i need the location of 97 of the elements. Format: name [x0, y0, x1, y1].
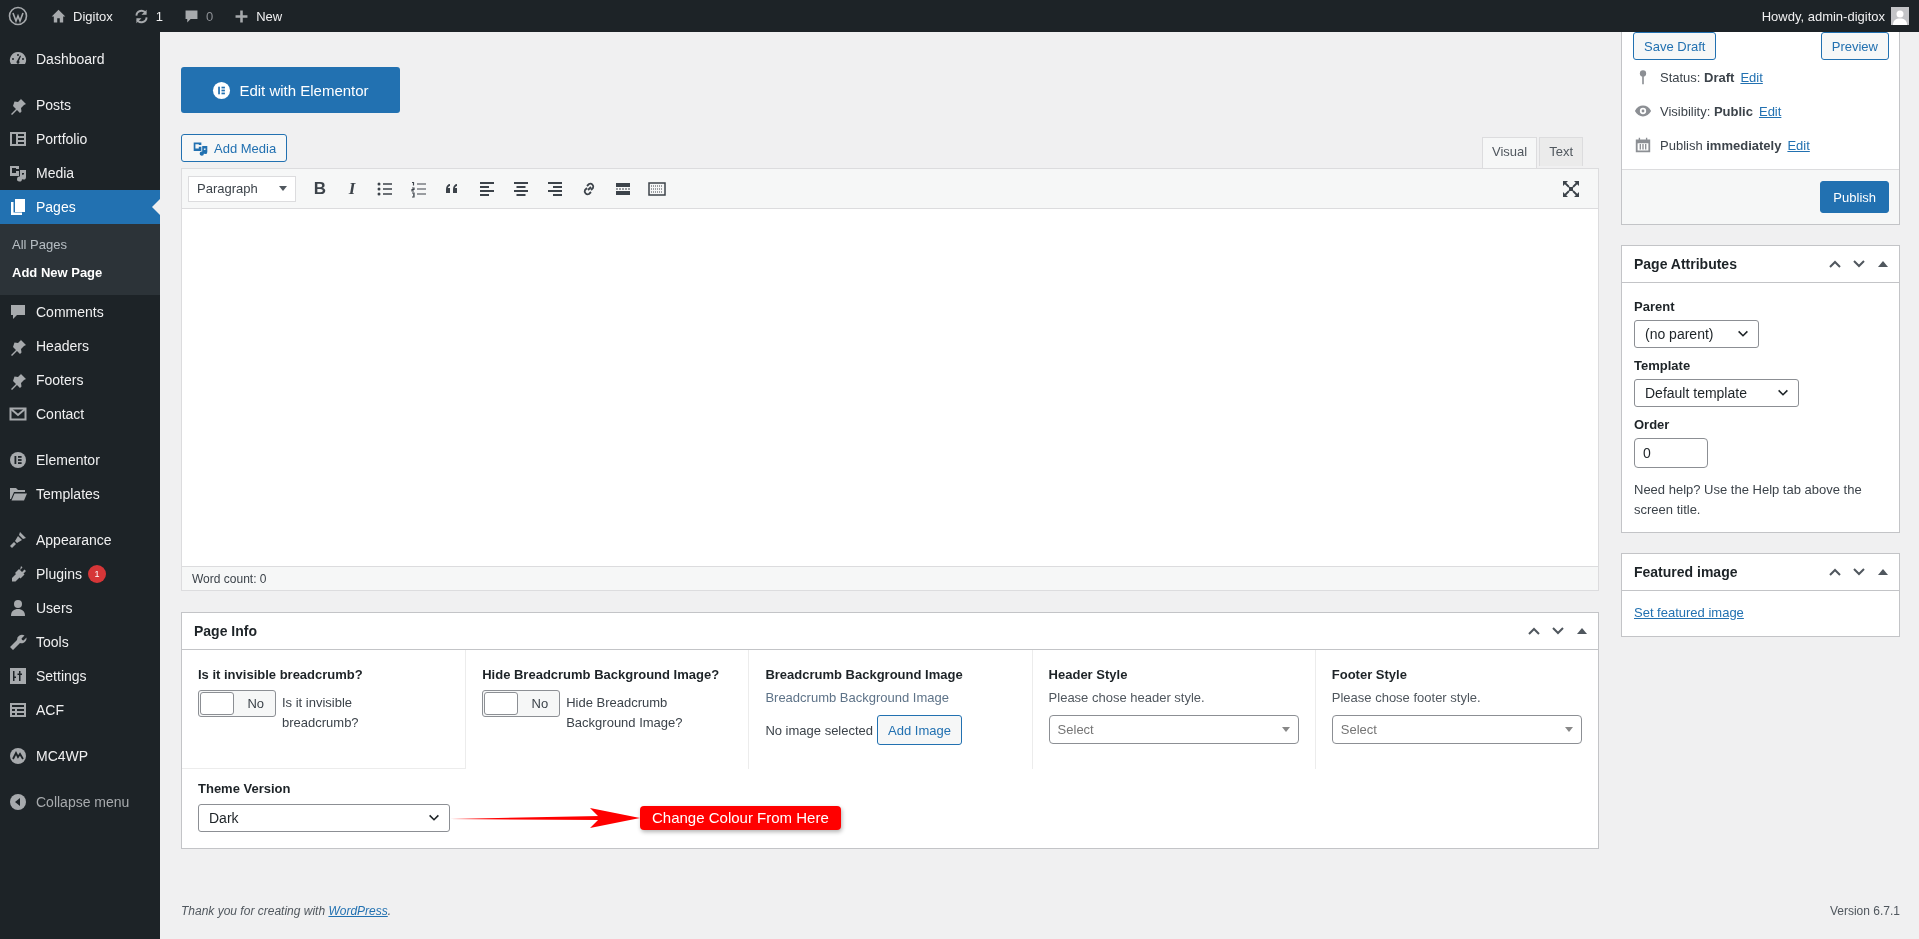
- portfolio-icon: [8, 129, 28, 149]
- menu-item[interactable]: Posts: [0, 88, 160, 122]
- publish-button[interactable]: Publish: [1820, 181, 1889, 213]
- greeting-link[interactable]: Howdy, admin-digitox: [1761, 8, 1885, 24]
- publish-setting: Status: Draft: [1660, 69, 1735, 85]
- caret-icon: [1281, 727, 1290, 732]
- collapse-menu-button[interactable]: Collapse menu: [0, 785, 160, 819]
- select-dropdown[interactable]: Select: [1331, 715, 1582, 744]
- help-text: Need help? Use the Help tab above the screen title.: [1634, 481, 1863, 519]
- new-link[interactable]: New: [256, 8, 283, 24]
- menu-item[interactable]: Elementor: [0, 443, 160, 477]
- add-image-button[interactable]: Add Image: [877, 715, 962, 745]
- add-media-button[interactable]: Add Media: [181, 134, 288, 162]
- image-status: No image selected: [765, 722, 874, 738]
- refresh-icon: [132, 7, 150, 25]
- theme-version-dropdown[interactable]: Dark: [198, 804, 450, 832]
- parent-dropdown[interactable]: (no parent): [1634, 320, 1759, 348]
- circle-logo-icon: [212, 80, 232, 100]
- menu-item[interactable]: ACF: [0, 693, 160, 727]
- field-description: Please chose footer style.: [1331, 690, 1482, 705]
- field-label: Breadcrumb Background Image: [765, 667, 964, 682]
- user-icon: [8, 598, 28, 618]
- panel-title: Page Info: [194, 623, 257, 639]
- count-badge: 1: [87, 565, 106, 583]
- select-dropdown[interactable]: Select: [1048, 715, 1299, 744]
- field-label: Hide Breadcrumb Background Image?: [482, 667, 721, 682]
- publish-setting: Visibility: Public: [1660, 103, 1753, 119]
- circle-logo-icon: [8, 450, 28, 470]
- template-dropdown[interactable]: Default template: [1634, 379, 1799, 407]
- wrench-icon: [8, 632, 28, 652]
- menu-item[interactable]: MC4WP: [0, 739, 160, 773]
- panel-title: Featured image: [1634, 564, 1738, 580]
- field-label: Template: [1634, 358, 1692, 373]
- edit-link[interactable]: Edit: [1758, 103, 1782, 119]
- footer-credit: Thank you for creating with WordPress.: [181, 904, 392, 918]
- menu-item[interactable]: Media: [0, 156, 160, 190]
- menu-item[interactable]: Headers: [0, 329, 160, 363]
- site-name-link[interactable]: Digitox: [73, 8, 113, 24]
- menu-item[interactable]: Comments: [0, 295, 160, 329]
- menu-item[interactable]: Tools: [0, 625, 160, 659]
- collapse-icon: [8, 792, 28, 812]
- preview-button[interactable]: Preview: [1820, 32, 1889, 60]
- field-label: Parent: [1634, 299, 1676, 314]
- editor-tab[interactable]: Visual: [1481, 137, 1538, 168]
- format-dropdown[interactable]: Paragraph: [188, 175, 296, 202]
- submenu-item[interactable]: All Pages: [0, 231, 160, 259]
- caret-icon: [279, 186, 287, 191]
- pages-icon: [8, 197, 28, 217]
- media-icon: [8, 163, 28, 183]
- field-label: Theme Version: [198, 781, 292, 796]
- edit-link[interactable]: Edit: [1740, 69, 1763, 85]
- toggle-switch[interactable]: No: [482, 690, 561, 717]
- save-draft-button[interactable]: Save Draft: [1633, 32, 1717, 60]
- menu-item[interactable]: Pages: [0, 190, 160, 224]
- version-text: Version 6.7.1: [1829, 904, 1900, 918]
- edit-link[interactable]: Edit: [1787, 137, 1810, 153]
- publish-setting: Publish immediately: [1660, 137, 1782, 153]
- field-description: Please chose header style.: [1048, 690, 1206, 705]
- menu-item[interactable]: Dashboard: [0, 42, 160, 76]
- wordpress-link[interactable]: WordPress: [328, 904, 388, 918]
- order-input[interactable]: 0: [1634, 438, 1708, 468]
- field-label: Footer Style: [1331, 667, 1408, 682]
- menu-item[interactable]: Appearance: [0, 523, 160, 557]
- circle-logo-icon: [8, 746, 28, 766]
- set-featured-image-link[interactable]: Set featured image: [1634, 605, 1744, 620]
- menu-item[interactable]: Templates: [0, 477, 160, 511]
- edit-with-elementor-button[interactable]: Edit with Elementor: [181, 67, 400, 113]
- comments-count[interactable]: 0: [206, 8, 214, 24]
- brush-icon: [8, 530, 28, 550]
- submenu-item[interactable]: Add New Page: [0, 259, 160, 287]
- field-label: Is it invisible breadcrumb?: [198, 667, 364, 682]
- menu-item[interactable]: Contact: [0, 397, 160, 431]
- panel-title: Page Attributes: [1634, 256, 1737, 272]
- avatar-icon: [1891, 7, 1909, 25]
- logo-icon[interactable]: [8, 6, 28, 26]
- toggle-description: Is it invisible breadcrumb?: [282, 694, 360, 732]
- toggle-switch[interactable]: No: [198, 690, 276, 717]
- field-label: Header Style: [1048, 667, 1129, 682]
- table-icon: [8, 700, 28, 720]
- format-button[interactable]: I: [340, 178, 364, 199]
- menu-item[interactable]: Footers: [0, 363, 160, 397]
- menu-item[interactable]: Plugins 1: [0, 557, 160, 591]
- caret-icon: [1565, 727, 1573, 732]
- sliders-icon: [8, 666, 28, 686]
- toggle-description: Hide Breadcrumb Background Image?: [566, 694, 684, 732]
- menu-item[interactable]: Portfolio: [0, 122, 160, 156]
- field-description: Breadcrumb Background Image: [765, 690, 950, 705]
- field-label: Order: [1634, 417, 1671, 432]
- menu-item[interactable]: Users: [0, 591, 160, 625]
- editor-tab[interactable]: Text: [1539, 137, 1583, 166]
- home-icon: [50, 7, 67, 25]
- menu-item[interactable]: Settings: [0, 659, 160, 693]
- speech-bubble-icon: [8, 302, 28, 322]
- format-button[interactable]: B: [308, 178, 332, 199]
- calendar-icon: [1634, 136, 1652, 154]
- word-count: Word count: 0: [192, 571, 267, 586]
- updates-count[interactable]: 1: [155, 8, 163, 24]
